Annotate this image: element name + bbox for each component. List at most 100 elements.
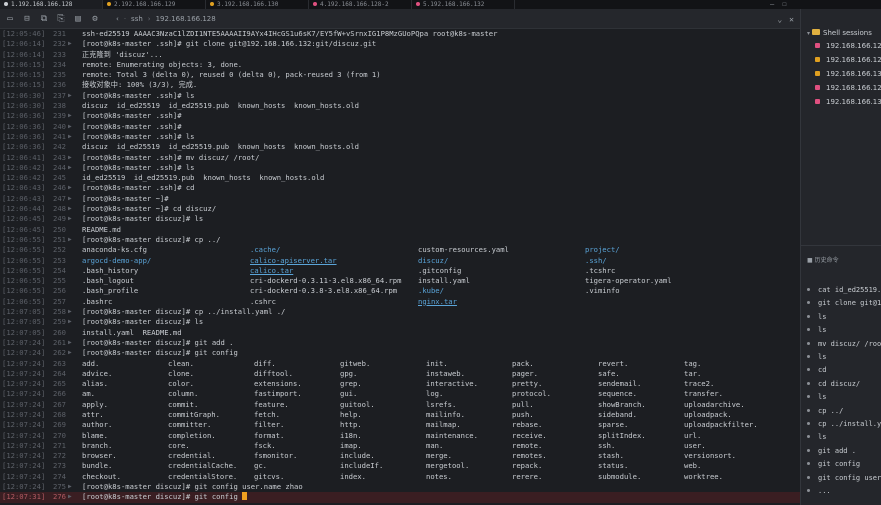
config-option: rerere.	[512, 471, 543, 481]
line-number: 265	[53, 379, 66, 389]
history-item[interactable]: ls	[807, 391, 826, 403]
history-command: ls	[818, 393, 827, 402]
terminal-line: [12:07:24] 274 checkout. credentialStore. gi…	[0, 472, 800, 482]
tab-4[interactable]: 4.192.168.166.128-2	[309, 0, 412, 9]
terminal-icon[interactable]: ▭	[4, 13, 16, 25]
command-text: ls	[194, 317, 204, 327]
terminal-line: [12:06:42] 245 id_ed25519 id_ed25519.pub k…	[0, 173, 800, 183]
maximize-icon[interactable]: ☐	[782, 0, 786, 9]
history-item[interactable]: git add .	[807, 445, 856, 457]
listing-entry: argocd-demo-app/	[82, 255, 152, 265]
listing-entry: .bashrc	[82, 296, 113, 306]
config-option: column.	[168, 389, 199, 399]
terminal-line: [12:06:15] 236 接收对象中: 100% (3/3), 完成.	[0, 80, 800, 90]
terminal-line: [12:07:31] 276 ▶ [root@k8s-master discuz]# …	[0, 492, 800, 503]
address-bar[interactable]: ‹ · ssh › 192.168.166.128	[116, 12, 216, 26]
config-option: difftool.	[254, 368, 293, 378]
history-item[interactable]: git config user.name	[807, 472, 881, 484]
history-item[interactable]: ...	[807, 485, 831, 497]
command-text: discuz id_ed25519 id_ed25519.pub known_h…	[82, 142, 359, 152]
config-option: advice.	[82, 368, 113, 378]
config-option: pack.	[512, 358, 534, 368]
history-item[interactable]: ls	[807, 351, 826, 363]
line-text: [root@k8s-master discuz]# cp ../install.…	[82, 307, 285, 317]
config-option: branch.	[82, 440, 113, 450]
history-item[interactable]: cp ../	[807, 405, 843, 417]
config-option: stash.	[598, 451, 624, 461]
config-option: credential.	[168, 451, 216, 461]
line-text: discuz id_ed25519 id_ed25519.pub known_h…	[82, 142, 359, 152]
terminal-line: [12:06:45] 250 README.md	[0, 225, 800, 235]
tab-3[interactable]: 3.192.168.166.130	[206, 0, 309, 9]
config-option: core.	[168, 440, 190, 450]
back-icon[interactable]: ‹	[116, 15, 119, 23]
session-item[interactable]: 192.168.166.128	[815, 40, 881, 52]
line-timestamp: [12:06:42]	[2, 162, 46, 172]
address-host: 192.168.166.128	[155, 14, 216, 23]
history-item[interactable]: cd discuz/	[807, 378, 860, 390]
line-text: [root@k8s-master .ssh]# git clone git@19…	[82, 39, 376, 49]
tab-label: 4.192.168.166.128-2	[320, 1, 389, 8]
terminal-line: [12:06:15] 234 remote: Enumerating objects…	[0, 60, 800, 70]
config-option: credentialStore.	[168, 471, 238, 481]
chevron-down-icon[interactable]: ⌄	[777, 15, 782, 24]
history-item[interactable]: ls	[807, 431, 826, 443]
close-icon[interactable]: ✕	[789, 15, 794, 24]
history-item[interactable]: cd	[807, 364, 826, 376]
prompt: [root@k8s-master .ssh]#	[82, 152, 186, 162]
config-option: trace2.	[684, 379, 715, 389]
line-timestamp: [12:06:15]	[2, 59, 46, 69]
line-timestamp: [12:06:45]	[2, 214, 46, 224]
line-timestamp: [12:07:24]	[2, 368, 46, 378]
history-item[interactable]: git clone git@192.	[807, 297, 881, 309]
paste-icon[interactable]: ▤	[72, 13, 84, 25]
line-text: discuz id_ed25519 id_ed25519.pub known_h…	[82, 101, 359, 111]
config-option: revert.	[598, 358, 629, 368]
split-icon[interactable]: ⊟	[21, 13, 33, 25]
settings-icon[interactable]: ⚙	[89, 13, 101, 25]
config-option: transfer.	[684, 389, 723, 399]
config-option: help.	[340, 409, 362, 419]
session-item[interactable]: 192.168.166.132	[815, 96, 881, 108]
config-option: checkout.	[82, 471, 121, 481]
history-item[interactable]: cp ../install.yaml	[807, 418, 881, 430]
copy-icon[interactable]: ⎘	[55, 13, 67, 25]
config-option: merge.	[426, 451, 452, 461]
tab-5[interactable]: 5.192.168.166.132	[412, 0, 515, 9]
session-item[interactable]: 192.168.166.128	[815, 82, 881, 94]
history-item[interactable]: ls	[807, 311, 826, 323]
config-option: sparse.	[598, 420, 629, 430]
prompt-marker-icon: ▶	[68, 215, 72, 223]
minimize-icon[interactable]: —	[770, 0, 774, 9]
history-item[interactable]: mv discuz/ /root	[807, 338, 881, 350]
shell-sessions-folder[interactable]: ▾ Shell sessions	[807, 27, 872, 39]
bullet-icon	[807, 288, 810, 291]
line-timestamp: [12:07:24]	[2, 461, 46, 471]
new-tab-icon[interactable]: ⧉	[38, 13, 50, 25]
command-text: ssh-ed25519 AAAAC3NzaC1lZDI1NTE5AAAAII9A…	[82, 29, 498, 38]
terminal-line: [12:06:30] 237 ▶ [root@k8s-master .ssh]# ls	[0, 91, 800, 101]
tab-1[interactable]: 1.192.168.166.128	[0, 0, 103, 9]
line-text: [root@k8s-master .ssh]# cd	[82, 183, 195, 193]
history-item[interactable]: cat id_ed25519.pub	[807, 284, 881, 296]
config-option: fsck.	[254, 440, 276, 450]
config-option: remote.	[512, 440, 543, 450]
session-item[interactable]: 192.168.166.130	[815, 68, 881, 80]
line-text: [root@k8s-master discuz]# cp ../	[82, 235, 220, 245]
config-option: maintenance.	[426, 430, 478, 440]
line-timestamp: [12:06:42]	[2, 173, 46, 183]
terminal-output[interactable]: [12:05:46] 231 ssh-ed25519 AAAAC3NzaC1lZDI…	[0, 29, 800, 505]
line-number: 249	[53, 214, 66, 224]
line-timestamp: [12:06:44]	[2, 204, 46, 214]
session-item[interactable]: 192.168.166.129	[815, 54, 881, 66]
prompt-marker-icon: ▶	[68, 112, 72, 120]
line-text: [root@k8s-master .ssh]#	[82, 122, 182, 132]
tab-2[interactable]: 2.192.168.166.129	[103, 0, 206, 9]
config-option: mergetool.	[426, 461, 470, 471]
history-item[interactable]: ls	[807, 324, 826, 336]
terminal-line: [12:06:15] 235 remote: Total 3 (delta 0), …	[0, 70, 800, 80]
history-command: ls	[818, 312, 827, 321]
terminal-line: [12:07:24] 271 branch. core. fsck. imap. man. r…	[0, 441, 800, 451]
config-option: fetch.	[254, 409, 280, 419]
history-item[interactable]: git config	[807, 458, 860, 470]
